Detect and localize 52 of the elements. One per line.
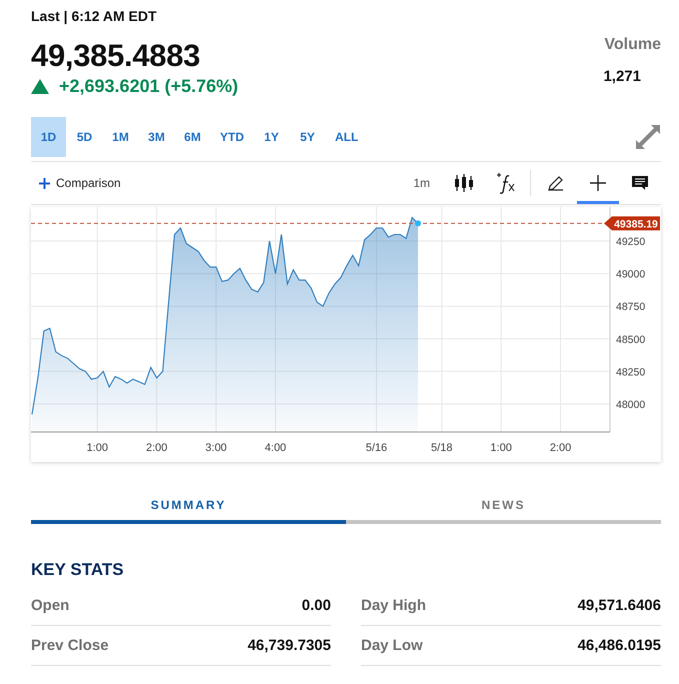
range-tab[interactable]: 1Y: [254, 117, 289, 157]
stat-value: 46,739.7305: [248, 637, 331, 654]
function-icon[interactable]: [496, 172, 516, 194]
section-tab[interactable]: SUMMARY: [31, 498, 346, 524]
stat-label: Day Low: [361, 637, 423, 654]
axis-label: 3:00: [205, 442, 227, 454]
key-stats-title: KEY STATS: [31, 560, 125, 580]
stat-value: 46,486.0195: [578, 637, 661, 654]
range-tab[interactable]: 1M: [103, 117, 138, 157]
expand-icon[interactable]: [635, 124, 661, 150]
plus-icon: [39, 178, 50, 188]
last-update-time: Last | 6:12 AM EDT: [31, 8, 158, 24]
stat-value: 0.00: [302, 597, 331, 614]
range-tab[interactable]: 6M: [175, 117, 210, 157]
price-tag: 49385.19: [604, 216, 660, 230]
section-tab[interactable]: NEWS: [346, 498, 661, 524]
axis-label: 49250: [616, 236, 646, 248]
volume-label: Volume: [604, 36, 661, 54]
comparison-label: Comparison: [56, 176, 121, 190]
volume-value: 1,271: [603, 68, 641, 85]
stat-value: 49,571.6406: [578, 597, 661, 614]
comparison-button[interactable]: Comparison: [31, 176, 129, 190]
comment-icon: [631, 175, 649, 191]
price-value: 49,385.4883: [31, 38, 202, 74]
stat-label: Prev Close: [31, 637, 109, 654]
axis-label: 48250: [616, 366, 646, 378]
price-change: +2,693.6201 (+5.76%): [59, 76, 238, 97]
interval-button[interactable]: 1m: [407, 175, 436, 191]
axis-label: 48500: [616, 334, 646, 346]
axis-label: 5/18: [431, 442, 452, 454]
axis-label: 2:00: [550, 442, 572, 454]
last-point-dot: [415, 220, 421, 226]
axis-label: 49000: [616, 268, 646, 281]
pencil-icon: [547, 174, 565, 192]
range-tab[interactable]: YTD: [211, 117, 253, 157]
range-tab[interactable]: 5Y: [290, 117, 325, 157]
range-tab[interactable]: 5D: [67, 117, 102, 157]
ref-line-label: 49385.19: [614, 218, 658, 230]
stat-label: Open: [31, 597, 70, 614]
axis-label: 48000: [616, 398, 646, 411]
crosshair-icon: [589, 174, 607, 192]
candlestick-icon[interactable]: [454, 173, 474, 193]
axis-label: 1:00: [86, 442, 108, 454]
axis-label: 48750: [616, 301, 646, 314]
axis-label: 1:00: [490, 442, 512, 454]
range-tab[interactable]: ALL: [326, 117, 368, 157]
stat-label: Day High: [361, 597, 426, 614]
axis-label: 2:00: [146, 442, 168, 454]
axis-label: 5/16: [366, 442, 388, 454]
range-tab[interactable]: 1D: [31, 117, 66, 157]
range-tab[interactable]: 3M: [139, 117, 174, 157]
axis-label: 4:00: [264, 442, 286, 454]
